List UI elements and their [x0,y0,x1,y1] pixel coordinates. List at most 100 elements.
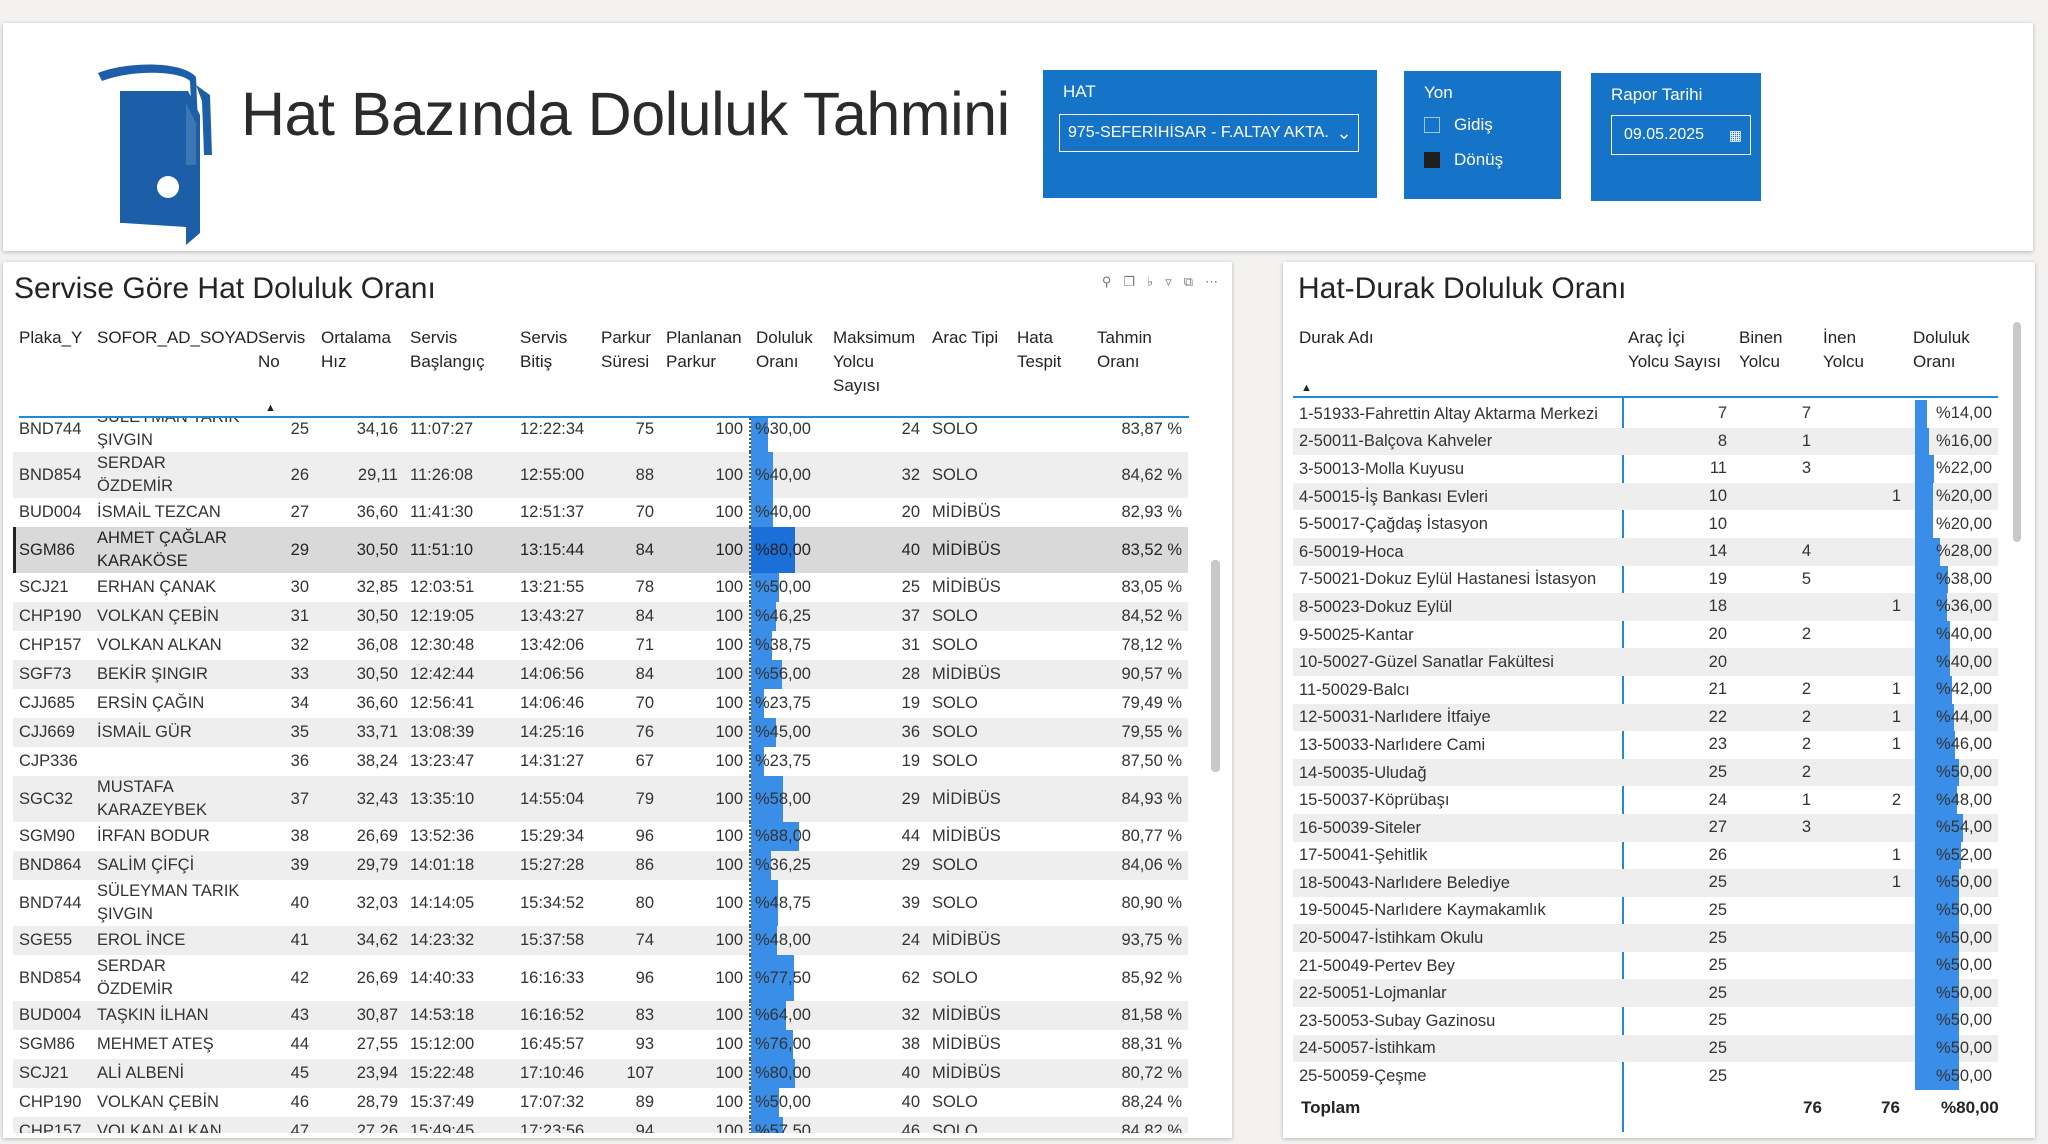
table-row[interactable]: 18-50043-Narlıdere Belediye 25 1 %50,00 [1293,869,1998,897]
column-header[interactable]: Tahmin Oranı [1091,322,1188,398]
table-row[interactable]: CHP190 VOLKAN ÇEBİN 46 28,79 15:37:49 17:07:3… [13,1088,1188,1117]
table-row[interactable]: SGF73 BEKİR ŞINGIR 33 30,50 12:42:44 14:06:56… [13,660,1188,689]
table-row[interactable]: 15-50037-Köprübaşı 24 1 2 %48,00 [1293,786,1998,814]
table-row[interactable]: BND864 SALİM ÇİFÇİ 39 29,79 14:01:18 15:27:28… [13,851,1188,880]
copy-icon[interactable]: ❐ [1123,274,1135,290]
bell-icon[interactable]: ♭ [1147,274,1153,290]
table-row[interactable]: BND744 SÜLEYMAN TARIK ŞIVGIN 40 32,03 14:14:… [13,880,1188,926]
table-row[interactable]: CJP336 36 38,24 13:23:47 14:31:27 67 100 %23,75… [13,747,1188,776]
doluluk-value: %16,00 [1936,431,1992,450]
yon-option-gidis[interactable]: Gidiş [1424,115,1493,135]
column-header[interactable]: Doluluk Oranı [1907,322,1998,374]
table-row[interactable]: CJJ685 ERSİN ÇAĞIN 34 36,60 12:56:41 14:06:46… [13,689,1188,718]
table-row[interactable]: SGM90 İRFAN BODUR 38 26,69 13:52:36 15:29:34 9… [13,822,1188,851]
table-row[interactable]: BND854 SERDAR ÖZDEMİR 26 29,11 11:26:08 12:55… [13,452,1188,498]
table-row[interactable]: 1-51933-Fahrettin Altay Aktarma Merkezi 7… [1293,400,1998,428]
table-row[interactable]: CJJ669 İSMAİL GÜR 35 33,71 13:08:39 14:25:16 7… [13,718,1188,747]
table-row[interactable]: CHP157 VOLKAN ALKAN 47 27,26 15:49:45 17:23:5… [13,1117,1188,1133]
cell-bit: 12:51:37 [520,503,585,521]
table-body[interactable]: BND744 SÜLEYMAN TARIK ŞIVGIN 25 34,16 11:07:… [13,418,1188,1133]
table-row[interactable]: BUD004 İSMAİL TEZCAN 27 36,60 11:41:30 12:51:… [13,498,1188,527]
sort-ascending-icon[interactable]: ▲ [265,402,276,414]
table-row[interactable]: 8-50023-Dokuz Eylül 18 1 %36,00 [1293,593,1998,621]
table-row[interactable]: 5-50017-Çağdaş İstasyon 10 %20,00 [1293,510,1998,538]
table-header: Durak Adı Araç İçi Yolcu Sayısı Binen Yolcu İ… [1293,322,1998,374]
cell-hiz: 26,69 [356,968,398,987]
column-header[interactable]: Hata Tespit [1011,322,1091,398]
table-row[interactable]: 12-50031-Narlıdere İtfaiye 22 2 1 %44,00 [1293,703,1998,732]
table-row[interactable]: 13-50033-Narlıdere Cami 23 2 1 %46,00 [1293,731,1998,759]
table-row[interactable]: 17-50041-Şehitlik 26 1 %52,00 [1293,841,1998,870]
table-row[interactable]: CHP157 VOLKAN ALKAN 32 36,08 12:30:48 13:42:0… [13,631,1188,660]
table-row[interactable]: 2-50011-Balçova Kahveler 8 1 %16,00 [1293,427,1998,456]
table-row[interactable]: BUD004 TAŞKIN İLHAN 43 30,87 14:53:18 16:16:5… [13,1001,1188,1030]
column-header[interactable]: Plaka_Y [13,322,91,398]
column-header[interactable]: Durak Adı [1293,322,1622,374]
table-row[interactable]: SGE55 EROL İNCE 41 34,62 14:23:32 15:37:58 74 1… [13,926,1188,955]
table-row[interactable]: BND854 SERDAR ÖZDEMİR 42 26,69 14:40:33 16:16… [13,955,1188,1001]
table-row[interactable]: 22-50051-Lojmanlar 25 %50,00 [1293,979,1998,1008]
focus-mode-icon[interactable]: ⧉ [1184,274,1193,290]
table-row[interactable]: SGM86 MEHMET ATEŞ 44 27,55 15:12:00 16:45:57 9… [13,1030,1188,1059]
date-input[interactable]: 09.05.2025 ▦ [1611,115,1751,155]
table-row[interactable]: 11-50029-Balcı 21 2 1 %42,00 [1293,675,1998,704]
table-row[interactable]: 7-50021-Dokuz Eylül Hastanesi İstasyon 19… [1293,565,1998,594]
cell-durak: 17-50041-Şehitlik [1299,846,1428,865]
column-header[interactable]: Servis Bitiş [514,322,595,398]
filter-icon[interactable]: ▿ [1165,274,1172,290]
cell-bas: 12:03:51 [410,578,475,596]
table-row[interactable]: 20-50047-İstihkam Okulu 25 %50,00 [1293,924,1998,952]
checkbox-unchecked-icon[interactable] [1424,117,1440,133]
table-row[interactable]: BND744 SÜLEYMAN TARIK ŞIVGIN 25 34,16 11:07:… [13,418,1188,452]
table-row[interactable]: 14-50035-Uludağ 25 2 %50,00 [1293,758,1998,787]
table-row[interactable]: 23-50053-Subay Gazinosu 25 %50,00 [1293,1007,1998,1035]
column-header[interactable]: İnen Yolcu [1817,322,1907,374]
table-row[interactable]: 21-50049-Pertev Bey 25 %50,00 [1293,951,1998,980]
column-header[interactable]: Ortalama Hız [315,322,404,398]
table-body[interactable]: 1-51933-Fahrettin Altay Aktarma Merkezi 7… [1293,400,1998,1090]
table-row[interactable]: SGC32 MUSTAFA KARAZEYBEK 37 32,43 13:35:10 14… [13,776,1188,822]
table-row[interactable]: SCJ21 ALİ ALBENİ 45 23,94 15:22:48 17:10:46 10… [13,1059,1188,1088]
cell-binen: 7 [1801,404,1811,423]
cell-plan: 100 [660,602,750,631]
cell-plan: 100 [715,503,743,521]
table-row[interactable]: 16-50039-Siteler 27 3 %54,00 [1293,813,1998,842]
column-header[interactable]: Doluluk Oranı [750,322,827,398]
column-header[interactable]: Maksimum Yolcu Sayısı [827,322,926,398]
table-row[interactable]: 6-50019-Hoca 14 4 %28,00 [1293,537,1998,566]
column-header[interactable]: Araç İçi Yolcu Sayısı [1622,322,1733,374]
column-header[interactable]: Parkur Süresi [595,322,660,398]
column-header[interactable]: Planlanan Parkur [660,322,750,398]
doluluk-value: %50,00 [1936,1011,1992,1030]
cell-max: 19 [901,694,920,712]
table-row[interactable]: CHP190 VOLKAN ÇEBİN 31 30,50 12:19:05 13:43:2… [13,602,1188,631]
sort-ascending-icon[interactable]: ▲ [1301,382,1312,394]
cell-durak: 1-51933-Fahrettin Altay Aktarma Merkezi [1299,404,1598,423]
doluluk-bar-cell: %52,00 [1907,841,1998,870]
table-row[interactable]: 24-50057-İstihkam 25 %50,00 [1293,1034,1998,1063]
vertical-scrollbar[interactable] [2013,322,2021,542]
column-header[interactable]: Arac Tipi [926,322,1011,398]
checkbox-checked-icon[interactable] [1424,152,1440,168]
pin-icon[interactable]: ⚲ [1102,274,1112,290]
table-row[interactable]: 4-50015-İş Bankası Evleri 10 1 %20,00 [1293,482,1998,511]
table-row[interactable]: 19-50045-Narlıdere Kaymakamlık 25 %50,00 [1293,896,1998,925]
column-header[interactable]: Servis Başlangıç [404,322,514,398]
table-row[interactable]: 3-50013-Molla Kuyusu 11 3 %22,00 [1293,455,1998,483]
cell-binen: 1 [1801,790,1811,809]
table-row[interactable]: SGM86 AHMET ÇAĞLAR KARAKÖSE 29 30,50 11:51:1… [13,527,1188,573]
cell-max: 36 [827,718,926,747]
table-row[interactable]: SCJ21 ERHAN ÇANAK 30 32,85 12:03:51 13:21:55 7… [13,573,1188,602]
table-row[interactable]: 9-50025-Kantar 20 2 %40,00 [1293,620,1998,649]
table-row[interactable]: 25-50059-Çeşme 25 %50,00 [1293,1062,1998,1090]
more-options-icon[interactable]: ⋯ [1205,274,1218,290]
column-header[interactable]: Servis No [252,322,315,398]
hat-dropdown[interactable]: 975-SEFERİHİSAR - F.ALTAY AKTA... ⌄ [1059,114,1359,152]
table-row[interactable]: 10-50027-Güzel Sanatlar Fakültesi 20 %40,0… [1293,648,1998,676]
vertical-scrollbar[interactable] [1211,560,1220,772]
calendar-icon[interactable]: ▦ [1729,127,1742,144]
column-header[interactable]: SOFOR_AD_SOYAD [91,322,258,398]
cell-hata [1011,631,1091,660]
yon-option-donus[interactable]: Dönüş [1424,150,1503,170]
column-header[interactable]: Binen Yolcu [1733,322,1817,374]
